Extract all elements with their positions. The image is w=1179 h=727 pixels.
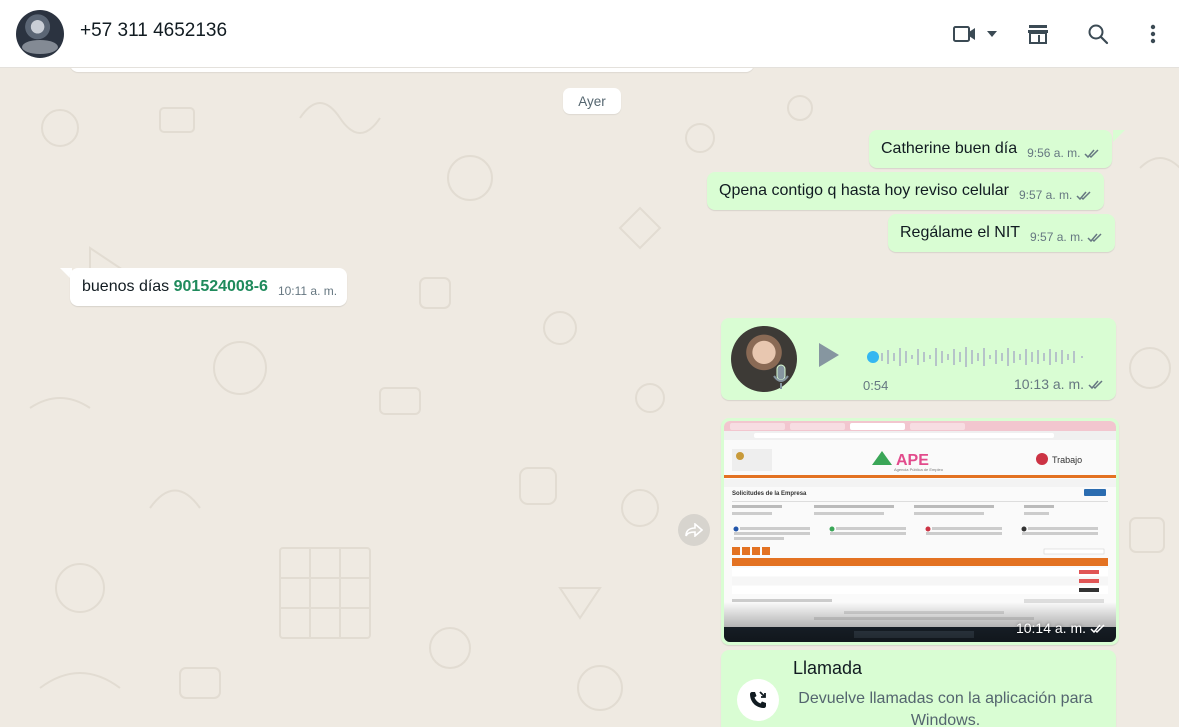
message-bubble-outgoing[interactable]: Regálame el NIT 9:57 a. m.	[888, 214, 1116, 252]
message-text: buenos días 901524008-6	[82, 278, 268, 295]
message-bubble-incoming[interactable]: buenos días 901524008-6 10:11 a. m.	[70, 268, 348, 306]
mic-icon	[773, 364, 789, 389]
forward-icon[interactable]	[678, 514, 710, 546]
missed-call-icon	[737, 679, 779, 721]
message-time: 10:14 a. m.	[1015, 620, 1086, 636]
message-time: 9:57 a. m.	[1018, 188, 1073, 202]
read-ticks-icon	[1087, 232, 1102, 242]
more-vertical-icon[interactable]	[1138, 16, 1168, 52]
search-icon[interactable]	[1080, 16, 1116, 52]
call-title: Llamada	[793, 658, 863, 678]
previous-message-edge	[70, 68, 754, 72]
chat-area[interactable]: Ayer Catherine buen día 9:56 a. m. Qpena…	[0, 68, 1179, 727]
message-text: Catherine buen día	[881, 140, 1018, 157]
message-bubble-outgoing[interactable]: Qpena contigo q hasta hoy reviso celular…	[707, 172, 1105, 210]
call-message-bubble[interactable]: Llamada Devuelve llamadas con la aplicac…	[721, 650, 1116, 727]
message-time: 9:56 a. m.	[1027, 146, 1081, 160]
date-separator: Ayer	[563, 88, 621, 114]
voice-waveform[interactable]	[867, 344, 1097, 370]
voice-message-bubble[interactable]: 0:54 10:13 a. m.	[721, 318, 1116, 400]
svg-text:Trabajo: Trabajo	[1052, 455, 1082, 465]
message-time: 10:11 a. m.	[277, 284, 338, 298]
store-icon[interactable]	[1020, 16, 1056, 52]
chevron-down-icon[interactable]	[984, 16, 1000, 52]
play-icon[interactable]	[817, 342, 841, 368]
nit-number[interactable]: 901524008-6	[174, 278, 268, 295]
read-ticks-icon	[1076, 190, 1091, 200]
contact-avatar[interactable]	[16, 10, 64, 58]
message-time: 10:13 a. m.	[1013, 376, 1084, 392]
call-subtitle: Devuelve llamadas con la aplicación para…	[798, 690, 1093, 727]
read-ticks-icon	[1088, 379, 1103, 389]
image-message-bubble[interactable]: APE Agencia Pública de Empleo Trabajo So…	[721, 418, 1119, 645]
screenshot-image[interactable]: APE Agencia Pública de Empleo Trabajo So…	[724, 421, 1116, 642]
message-time: 9:57 a. m.	[1030, 230, 1084, 244]
read-ticks-icon	[1090, 623, 1105, 633]
contact-name[interactable]: +57 311 4652136	[80, 20, 227, 42]
svg-text:Agencia Pública de Empleo: Agencia Pública de Empleo	[894, 467, 944, 472]
message-bubble-outgoing[interactable]: Catherine buen día 9:56 a. m.	[869, 130, 1113, 168]
message-text: Qpena contigo q hasta hoy reviso celular	[719, 182, 1009, 199]
message-text: Regálame el NIT	[900, 224, 1021, 241]
voice-duration: 0:54	[863, 378, 889, 393]
video-call-icon[interactable]	[950, 16, 980, 52]
svg-text:Solicitudes de la Empresa: Solicitudes de la Empresa	[732, 491, 807, 497]
chat-header: +57 311 4652136	[0, 0, 1179, 68]
read-ticks-icon	[1084, 148, 1100, 158]
